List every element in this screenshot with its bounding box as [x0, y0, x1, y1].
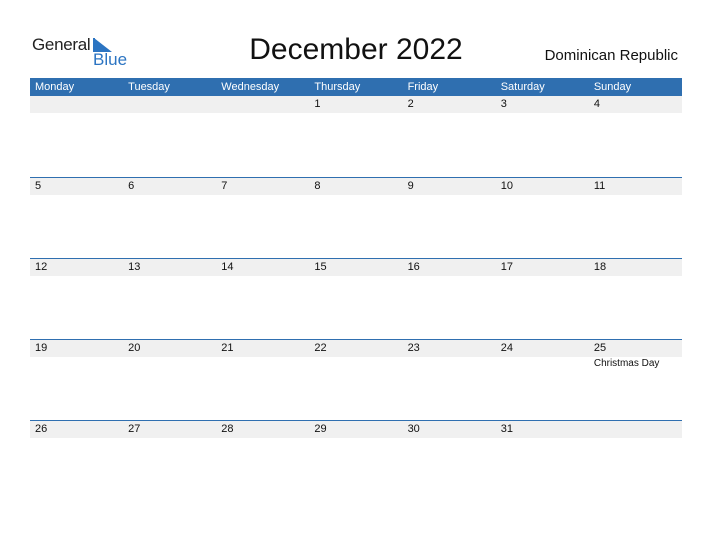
day-cell: 18 [589, 259, 682, 276]
day-cell [30, 96, 123, 113]
day-number: 1 [314, 98, 321, 110]
day-cell: 31 [496, 421, 589, 438]
weeks-container: 1 2 3 4 5 6 7 8 9 10 11 12 13 14 15 16 17 18 19 20 21 22 23 24 2… [30, 96, 682, 501]
day-cell: 19 [30, 340, 123, 357]
country-label: Dominican Republic [544, 47, 678, 64]
day-cell: 12 [30, 259, 123, 276]
day-number: 31 [500, 423, 513, 435]
day-cell: 13 [123, 259, 216, 276]
day-number: 30 [407, 423, 420, 435]
day-number: 16 [407, 261, 420, 273]
day-cell: 24 [496, 340, 589, 357]
day-number: 6 [128, 180, 135, 192]
date-strip: 26 27 28 29 30 31 [30, 421, 682, 438]
day-number: 19 [35, 342, 48, 354]
week-row: 5 6 7 8 9 10 11 [30, 177, 682, 258]
calendar-grid: Monday Tuesday Wednesday Thursday Friday… [30, 78, 682, 501]
day-cell: 3 [496, 96, 589, 113]
day-cell: 4 [589, 96, 682, 113]
day-cell: 29 [309, 421, 402, 438]
day-cell: 27 [123, 421, 216, 438]
day-number: 13 [128, 261, 141, 273]
day-number: 12 [35, 261, 48, 273]
date-strip: 12 13 14 15 16 17 18 [30, 259, 682, 276]
day-cell [589, 421, 682, 438]
date-strip: 1 2 3 4 [30, 96, 682, 113]
week-row: 12 13 14 15 16 17 18 [30, 258, 682, 339]
day-number: 10 [500, 180, 513, 192]
day-cell: 15 [309, 259, 402, 276]
day-cell: 21 [216, 340, 309, 357]
day-number: 22 [314, 342, 327, 354]
day-cell: 28 [216, 421, 309, 438]
day-number: 18 [593, 261, 607, 273]
day-cell: 17 [496, 259, 589, 276]
day-cell: 25 Christmas Day [589, 340, 682, 369]
weekday-header: Monday Tuesday Wednesday Thursday Friday… [30, 78, 682, 96]
day-cell: 1 [309, 96, 402, 113]
day-cell: 7 [216, 178, 309, 195]
day-cell: 5 [30, 178, 123, 195]
day-cell: 16 [403, 259, 496, 276]
week-row: 19 20 21 22 23 24 25 Christmas Day [30, 339, 682, 420]
day-number: 5 [35, 180, 42, 192]
day-number: 24 [500, 342, 513, 354]
day-number: 23 [407, 342, 420, 354]
day-cell: 6 [123, 178, 216, 195]
holiday-label: Christmas Day [593, 358, 660, 369]
date-strip: 5 6 7 8 9 10 11 [30, 178, 682, 195]
date-strip: 19 20 21 22 23 24 25 Christmas Day [30, 340, 682, 369]
day-number: 9 [407, 180, 414, 192]
day-number: 15 [314, 261, 327, 273]
weekday-tuesday: Tuesday [128, 81, 170, 93]
day-number: 27 [128, 423, 141, 435]
day-number: 26 [35, 423, 48, 435]
weekday-friday: Friday [407, 81, 439, 93]
day-number: 29 [314, 423, 327, 435]
day-cell: 2 [403, 96, 496, 113]
day-cell: 26 [30, 421, 123, 438]
weekday-sunday: Sunday [593, 81, 632, 93]
day-number: 7 [221, 180, 228, 192]
day-number: 11 [593, 180, 606, 192]
day-cell: 8 [309, 178, 402, 195]
weekday-saturday: Saturday [500, 81, 545, 93]
day-number: 20 [128, 342, 141, 354]
day-number: 21 [221, 342, 234, 354]
day-number: 2 [407, 98, 414, 110]
week-row: 1 2 3 4 [30, 96, 682, 177]
month-year: December 2022 [249, 33, 463, 66]
weekday-monday: Monday [35, 81, 75, 93]
day-number: 17 [500, 261, 513, 273]
day-cell: 22 [309, 340, 402, 357]
day-cell: 23 [403, 340, 496, 357]
day-number: 28 [221, 423, 234, 435]
day-cell: 20 [123, 340, 216, 357]
day-cell: 10 [496, 178, 589, 195]
weekday-thursday: Thursday [314, 81, 361, 93]
day-cell [216, 96, 309, 113]
day-cell: 14 [216, 259, 309, 276]
day-cell [123, 96, 216, 113]
day-cell: 9 [403, 178, 496, 195]
day-number: 8 [314, 180, 321, 192]
day-cell: 30 [403, 421, 496, 438]
weekday-wednesday: Wednesday [221, 81, 280, 93]
week-row: 26 27 28 29 30 31 [30, 420, 682, 501]
day-number: 4 [593, 98, 600, 110]
day-number: 25 [593, 342, 607, 354]
day-cell: 11 [589, 178, 682, 195]
day-number: 14 [221, 261, 234, 273]
day-number: 3 [500, 98, 507, 110]
